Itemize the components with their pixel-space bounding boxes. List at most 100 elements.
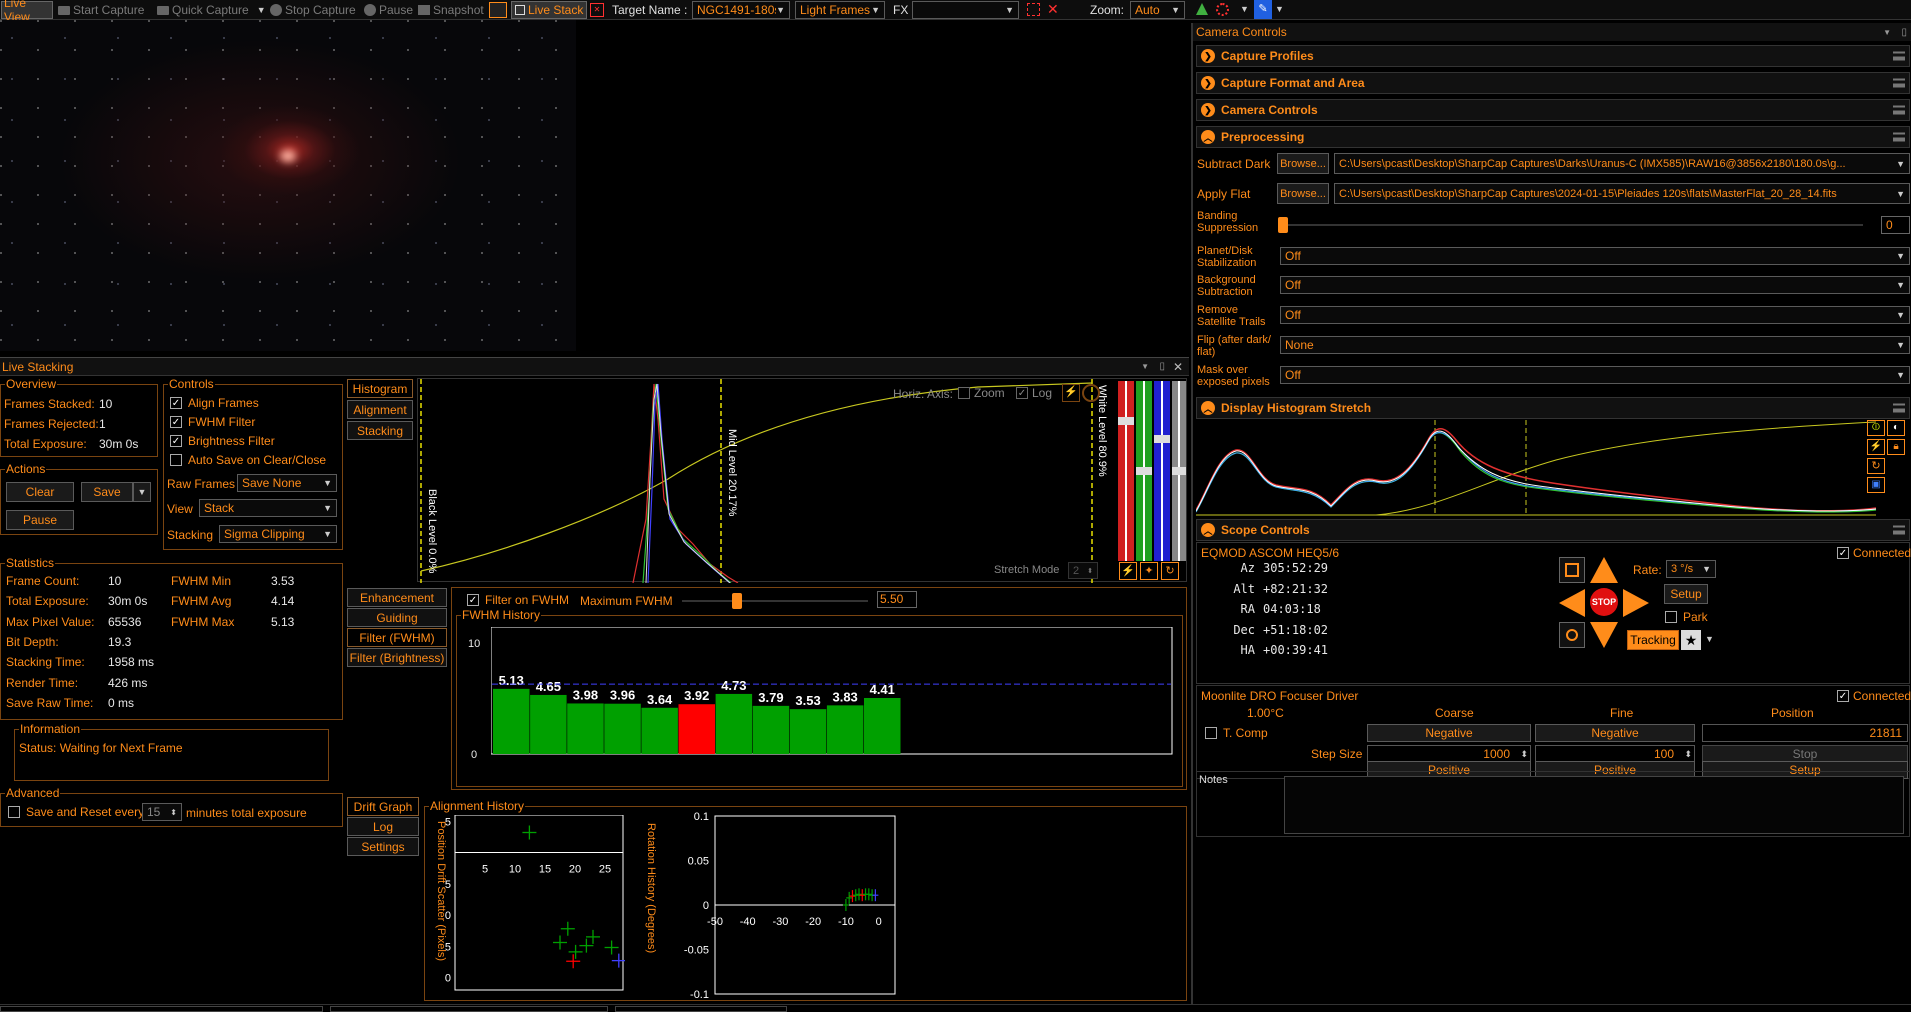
- focus-assist-icon[interactable]: ✎: [1254, 0, 1272, 19]
- menu-icon[interactable]: [1893, 525, 1905, 535]
- south-arrow-icon[interactable]: [1590, 622, 1618, 648]
- east-arrow-icon[interactable]: [1623, 589, 1649, 617]
- menu-icon[interactable]: [1893, 51, 1905, 61]
- flip-select[interactable]: None ▼: [1280, 336, 1910, 354]
- slider-thumb[interactable]: [732, 593, 742, 609]
- auto-stretch-icon[interactable]: ⚡: [1867, 439, 1885, 455]
- apply-flat-browse-button[interactable]: Browse...: [1277, 183, 1329, 204]
- menu-icon[interactable]: [1893, 105, 1905, 115]
- zoom-select[interactable]: Auto ▼: [1130, 1, 1185, 19]
- max-fwhm-input[interactable]: 5.50: [877, 591, 917, 608]
- fine-negative-button[interactable]: Negative: [1535, 724, 1695, 742]
- roi-icon[interactable]: [1027, 3, 1040, 16]
- section-capture-profiles[interactable]: ❯ Capture Profiles: [1196, 45, 1910, 67]
- pause-stack-button[interactable]: Pause: [6, 510, 74, 530]
- chevron-down-icon[interactable]: ▼: [1141, 362, 1149, 371]
- log-checkbox[interactable]: ✓ Log: [1016, 386, 1052, 400]
- star-tracking-icon[interactable]: ★: [1681, 630, 1701, 650]
- save-dropdown-button[interactable]: ▼: [133, 482, 151, 502]
- histogram-enable-icon[interactable]: ⏼: [1867, 420, 1885, 436]
- clear-button[interactable]: Clear: [6, 482, 74, 502]
- stepper-arrows-icon[interactable]: ⬍: [1684, 746, 1692, 762]
- zoom-checkbox[interactable]: Zoom: [958, 386, 1005, 400]
- contrast-icon[interactable]: ◐: [1887, 420, 1905, 436]
- fx-select[interactable]: ▼: [912, 1, 1019, 19]
- display-histogram-panel[interactable]: ⏼ ◐ ⚡ 🔒︎ ↻ ▣: [1196, 420, 1910, 518]
- crosshair-icon[interactable]: ✕: [1047, 1, 1059, 18]
- coarse-negative-button[interactable]: Negative: [1367, 724, 1531, 742]
- menu-icon[interactable]: [1893, 403, 1905, 413]
- focuser-connected-checkbox[interactable]: ✓ Connected: [1837, 689, 1911, 703]
- chevron-down-icon[interactable]: ▼: [1275, 4, 1284, 14]
- west-arrow-icon[interactable]: [1559, 589, 1585, 617]
- tab-enhancement[interactable]: Enhancement: [347, 588, 447, 607]
- luminance-level-slider[interactable]: [1172, 381, 1186, 561]
- filter-on-fwhm-checkbox[interactable]: ✓ Filter on FWHM: [467, 593, 569, 607]
- auto-save-checkbox[interactable]: Auto Save on Clear/Close: [170, 453, 326, 467]
- frame-type-select[interactable]: Light Frames ▼: [795, 1, 885, 19]
- slider-thumb[interactable]: [1278, 217, 1288, 233]
- red-level-slider[interactable]: [1118, 381, 1134, 561]
- park-checkbox[interactable]: Park: [1665, 610, 1708, 624]
- tab-filter-fwhm[interactable]: Filter (FWHM): [347, 628, 447, 647]
- planet-stabilization-select[interactable]: Off ▼: [1280, 247, 1910, 265]
- tab-drift-graph[interactable]: Drift Graph: [347, 797, 419, 816]
- north-arrow-icon[interactable]: [1590, 557, 1618, 583]
- preview-image[interactable]: [0, 20, 576, 351]
- tab-log[interactable]: Log: [347, 817, 419, 836]
- max-fwhm-slider[interactable]: [682, 593, 868, 609]
- auto-stretch-icon[interactable]: ⚡: [1119, 562, 1137, 580]
- dock-icon[interactable]: ▯: [1159, 361, 1165, 372]
- bg-subtraction-select[interactable]: Off ▼: [1280, 276, 1910, 294]
- lock-icon[interactable]: 🔒︎: [1887, 439, 1905, 455]
- histogram-icon[interactable]: [1196, 3, 1208, 15]
- save-stretch-icon[interactable]: ▣: [1867, 477, 1885, 493]
- stepper-arrows-icon[interactable]: ⬍: [1520, 746, 1528, 762]
- start-capture-button[interactable]: Start Capture: [58, 2, 144, 18]
- fwhm-filter-checkbox[interactable]: ✓ FWHM Filter: [170, 415, 255, 429]
- tab-histogram[interactable]: Histogram: [347, 379, 413, 398]
- close-icon[interactable]: ✕: [1173, 360, 1183, 374]
- tab-settings[interactable]: Settings: [347, 837, 419, 856]
- section-display-histogram-stretch[interactable]: ︿ Display Histogram Stretch: [1196, 397, 1910, 419]
- chevron-down-icon[interactable]: ▼: [1705, 634, 1714, 644]
- brightness-filter-checkbox[interactable]: ✓ Brightness Filter: [170, 434, 275, 448]
- rate-select[interactable]: 3 °/s ▼: [1666, 560, 1716, 578]
- stop-capture-button[interactable]: Stop Capture: [270, 2, 356, 18]
- reset-stretch-icon[interactable]: ↻: [1161, 562, 1179, 580]
- save-button[interactable]: Save: [81, 482, 133, 502]
- goto-icon[interactable]: [1559, 557, 1585, 583]
- chevron-down-icon[interactable]: ▼: [1240, 4, 1249, 14]
- align-frames-checkbox[interactable]: ✓ Align Frames: [170, 396, 259, 410]
- live-view-button[interactable]: Live View: [1, 0, 53, 24]
- tab-filter-brightness[interactable]: Filter (Brightness): [347, 648, 447, 667]
- subtract-dark-path-select[interactable]: C:\Users\pcast\Desktop\SharpCap Captures…: [1334, 153, 1910, 174]
- quick-capture-button[interactable]: Quick Capture ▼: [157, 2, 266, 18]
- banding-value-input[interactable]: 0: [1881, 216, 1910, 234]
- histogram-auto-icon[interactable]: ⚡: [1062, 384, 1080, 402]
- display-toggle-icon[interactable]: [489, 2, 507, 18]
- blue-level-slider[interactable]: [1154, 381, 1170, 561]
- apply-flat-path-select[interactable]: C:\Users\pcast\Desktop\SharpCap Captures…: [1334, 183, 1910, 204]
- banding-slider[interactable]: [1278, 217, 1863, 233]
- stacking-select[interactable]: Sigma Clipping ▼: [219, 525, 337, 543]
- snapshot-button[interactable]: Snapshot: [418, 2, 484, 18]
- section-camera-controls[interactable]: ❯ Camera Controls: [1196, 99, 1910, 121]
- dock-icon[interactable]: ▯: [1901, 27, 1907, 38]
- minutes-stepper[interactable]: 15 ⬍: [142, 803, 182, 821]
- histogram-reset-icon[interactable]: [1082, 384, 1100, 402]
- raw-frames-select[interactable]: Save None ▼: [237, 474, 337, 492]
- stack-histogram-panel[interactable]: Black Level 0.0% Mid Level 20.17% White …: [417, 378, 1187, 583]
- green-level-slider[interactable]: [1136, 381, 1152, 561]
- tab-stacking[interactable]: Stacking: [347, 421, 413, 440]
- pause-button[interactable]: Pause: [364, 2, 413, 18]
- target-name-input[interactable]: NGC1491-180s ▼: [692, 1, 790, 19]
- home-icon[interactable]: [1559, 622, 1585, 648]
- tab-alignment[interactable]: Alignment: [347, 400, 413, 419]
- scope-setup-button[interactable]: Setup: [1664, 584, 1708, 604]
- reset-icon[interactable]: ↻: [1867, 458, 1885, 474]
- stop-button[interactable]: STOP: [1590, 588, 1618, 616]
- notes-textarea[interactable]: [1284, 776, 1904, 834]
- section-preprocessing[interactable]: ︿ Preprocessing: [1196, 126, 1910, 148]
- no-guide-icon[interactable]: ✕: [590, 3, 604, 17]
